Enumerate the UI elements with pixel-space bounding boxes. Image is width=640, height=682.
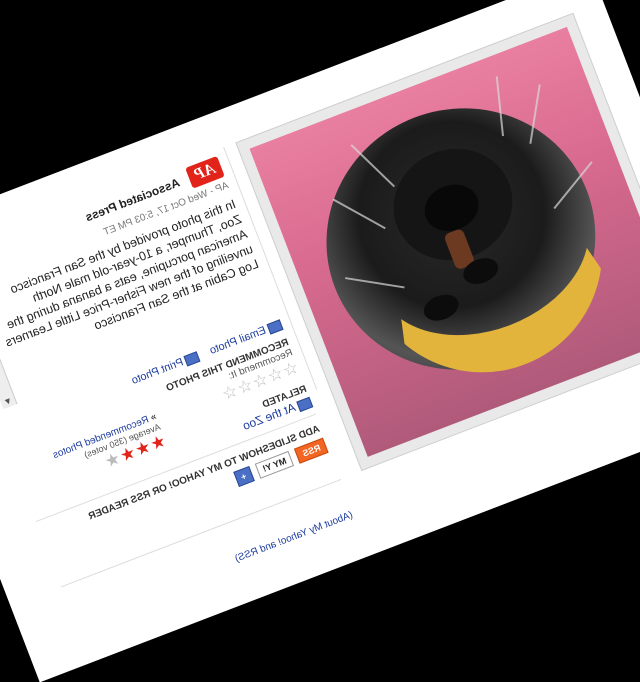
my-yahoo-label: MY Y!	[261, 455, 288, 474]
related-icon	[296, 396, 314, 412]
add-plus-button[interactable]: +	[232, 465, 255, 487]
print-icon	[183, 350, 201, 366]
scroll-down-icon[interactable]: ▼	[0, 393, 17, 409]
slideshow-page: AP Associated Press AP - Wed Oct 17, 5:0…	[0, 0, 640, 682]
email-icon	[266, 318, 284, 335]
about-my-yahoo-link[interactable]: (About My Yahoo! and RSS)	[234, 510, 355, 565]
